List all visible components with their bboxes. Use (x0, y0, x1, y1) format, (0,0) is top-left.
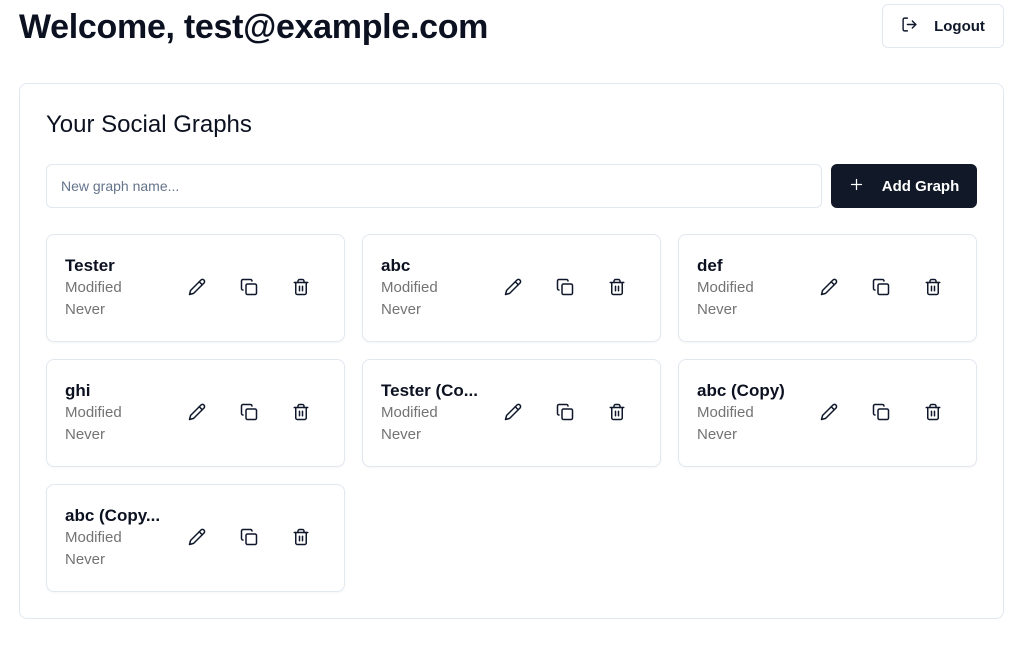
graph-card: def Modified Never (678, 234, 977, 342)
graph-modified-label: Modified (65, 529, 122, 546)
panel-title: Your Social Graphs (46, 111, 252, 138)
copy-icon[interactable] (871, 277, 891, 297)
graph-modified-label: Modified (697, 404, 754, 421)
graph-card: abc Modified Never (362, 234, 661, 342)
graph-modified-label: Modified (65, 404, 122, 421)
trash-icon[interactable] (923, 402, 943, 422)
welcome-heading: Welcome, test@example.com (19, 8, 489, 46)
add-graph-label: Add Graph (881, 177, 960, 195)
add-graph-button[interactable]: Add Graph (831, 164, 977, 208)
graph-card-actions (503, 277, 627, 297)
copy-icon[interactable] (555, 402, 575, 422)
graph-modified-value: Never (65, 426, 106, 443)
graph-name: Tester (Co... (381, 381, 478, 400)
graph-card-text: ghi Modified Never (65, 380, 177, 446)
pencil-icon[interactable] (503, 402, 523, 422)
trash-icon[interactable] (923, 277, 943, 297)
graph-modified-value: Never (697, 301, 738, 318)
graph-modified-value: Never (697, 426, 738, 443)
pencil-icon[interactable] (187, 277, 207, 297)
logout-label: Logout (934, 17, 985, 35)
graph-modified-value: Never (381, 426, 422, 443)
graph-card-actions (187, 527, 311, 547)
trash-icon[interactable] (607, 402, 627, 422)
graph-card: Tester Modified Never (46, 234, 345, 342)
trash-icon[interactable] (607, 277, 627, 297)
graph-card: abc (Copy) Modified Never (678, 359, 977, 467)
pencil-icon[interactable] (187, 402, 207, 422)
copy-icon[interactable] (871, 402, 891, 422)
graph-card-text: abc (Copy) Modified Never (697, 380, 809, 446)
graph-card: Tester (Co... Modified Never (362, 359, 661, 467)
copy-icon[interactable] (555, 277, 575, 297)
graph-card-actions (819, 402, 943, 422)
graph-name: def (697, 256, 723, 275)
graph-modified-label: Modified (381, 404, 438, 421)
copy-icon[interactable] (239, 277, 259, 297)
graph-modified-value: Never (65, 551, 106, 568)
trash-icon[interactable] (291, 402, 311, 422)
graph-modified-value: Never (65, 301, 106, 318)
pencil-icon[interactable] (503, 277, 523, 297)
copy-icon[interactable] (239, 527, 259, 547)
dashboard-page: Welcome, test@example.com Logout Your So… (0, 0, 1033, 645)
graph-card-actions (819, 277, 943, 297)
pencil-icon[interactable] (187, 527, 207, 547)
graph-card: ghi Modified Never (46, 359, 345, 467)
graph-card-actions (187, 277, 311, 297)
graph-modified-label: Modified (697, 279, 754, 296)
graph-name: Tester (65, 256, 115, 275)
graph-card-actions (187, 402, 311, 422)
graph-card-actions (503, 402, 627, 422)
graph-card: abc (Copy... Modified Never (46, 484, 345, 592)
graph-name: abc (Copy) (697, 381, 785, 400)
graph-card-text: Tester (Co... Modified Never (381, 380, 493, 446)
pencil-icon[interactable] (819, 402, 839, 422)
copy-icon[interactable] (239, 402, 259, 422)
graph-card-text: def Modified Never (697, 255, 809, 321)
pencil-icon[interactable] (819, 277, 839, 297)
graph-modified-label: Modified (381, 279, 438, 296)
graph-modified-value: Never (381, 301, 422, 318)
trash-icon[interactable] (291, 277, 311, 297)
graph-card-text: Tester Modified Never (65, 255, 177, 321)
logout-button[interactable]: Logout (882, 4, 1004, 48)
graph-card-text: abc Modified Never (381, 255, 493, 321)
graph-modified-label: Modified (65, 279, 122, 296)
graph-name: ghi (65, 381, 91, 400)
graph-name: abc (Copy... (65, 506, 161, 525)
graph-name: abc (381, 256, 411, 275)
trash-icon[interactable] (291, 527, 311, 547)
graphs-panel: Your Social Graphs Add Graph Tester Modi… (19, 83, 1004, 619)
plus-icon (849, 177, 864, 196)
graph-card-text: abc (Copy... Modified Never (65, 505, 177, 571)
new-graph-name-input[interactable] (46, 164, 822, 208)
logout-icon (901, 16, 918, 37)
